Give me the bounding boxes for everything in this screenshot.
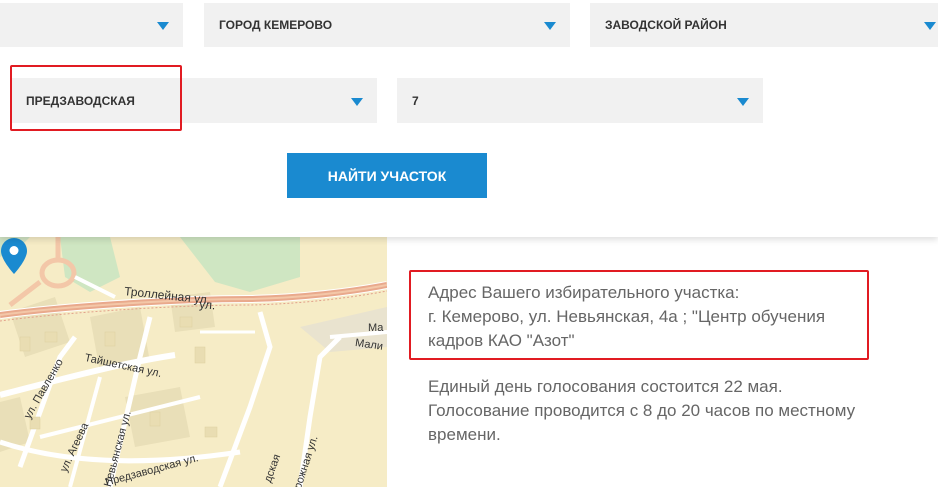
region-select[interactable]: [0, 3, 183, 47]
city-select-value: ГОРОД КЕМЕРОВО: [219, 18, 333, 32]
chevron-down-icon: [544, 22, 556, 30]
chevron-down-icon: [351, 97, 363, 106]
find-station-button[interactable]: НАЙТИ УЧАСТОК: [287, 153, 487, 198]
voting-note-line: Голосование проводится с 8 до 20 часов п…: [428, 401, 856, 420]
house-select[interactable]: 7: [397, 78, 763, 123]
voting-note: Единый день голосования состоится 22 мая…: [428, 375, 855, 447]
chevron-down-icon: [924, 22, 936, 30]
street-label-partial: Ма: [368, 322, 384, 334]
address-line: г. Кемерово, ул. Невьянская, 4а ; "Центр…: [428, 307, 826, 326]
voting-note-line: времени.: [428, 425, 501, 444]
district-select-value: ЗАВОДСКОЙ РАЙОН: [605, 18, 727, 32]
district-select[interactable]: ЗАВОДСКОЙ РАЙОН: [590, 3, 938, 47]
city-select[interactable]: ГОРОД КЕМЕРОВО: [204, 3, 570, 47]
address-block: Адрес Вашего избирательного участка: г. …: [428, 281, 825, 353]
chevron-down-icon: [737, 97, 749, 106]
street-select[interactable]: ПРЕДЗАВОДСКАЯ: [11, 78, 377, 123]
voting-note-line: Единый день голосования состоится 22 мая…: [428, 377, 783, 396]
address-heading: Адрес Вашего избирательного участка:: [428, 283, 740, 302]
street-select-value: ПРЕДЗАВОДСКАЯ: [26, 93, 135, 108]
polling-station-search-form: ГОРОД КЕМЕРОВО ЗАВОДСКОЙ РАЙОН ПРЕДЗАВОД…: [0, 0, 938, 237]
map[interactable]: Троллейная ул. ул. Тайшетская ул. ул. Па…: [0, 237, 387, 487]
address-line: кадров КАО "Азот": [428, 331, 575, 350]
location-pin-icon[interactable]: [0, 237, 28, 275]
chevron-down-icon: [157, 22, 169, 30]
house-select-value: 7: [412, 93, 419, 108]
street-label-partial: ул.: [198, 297, 217, 313]
